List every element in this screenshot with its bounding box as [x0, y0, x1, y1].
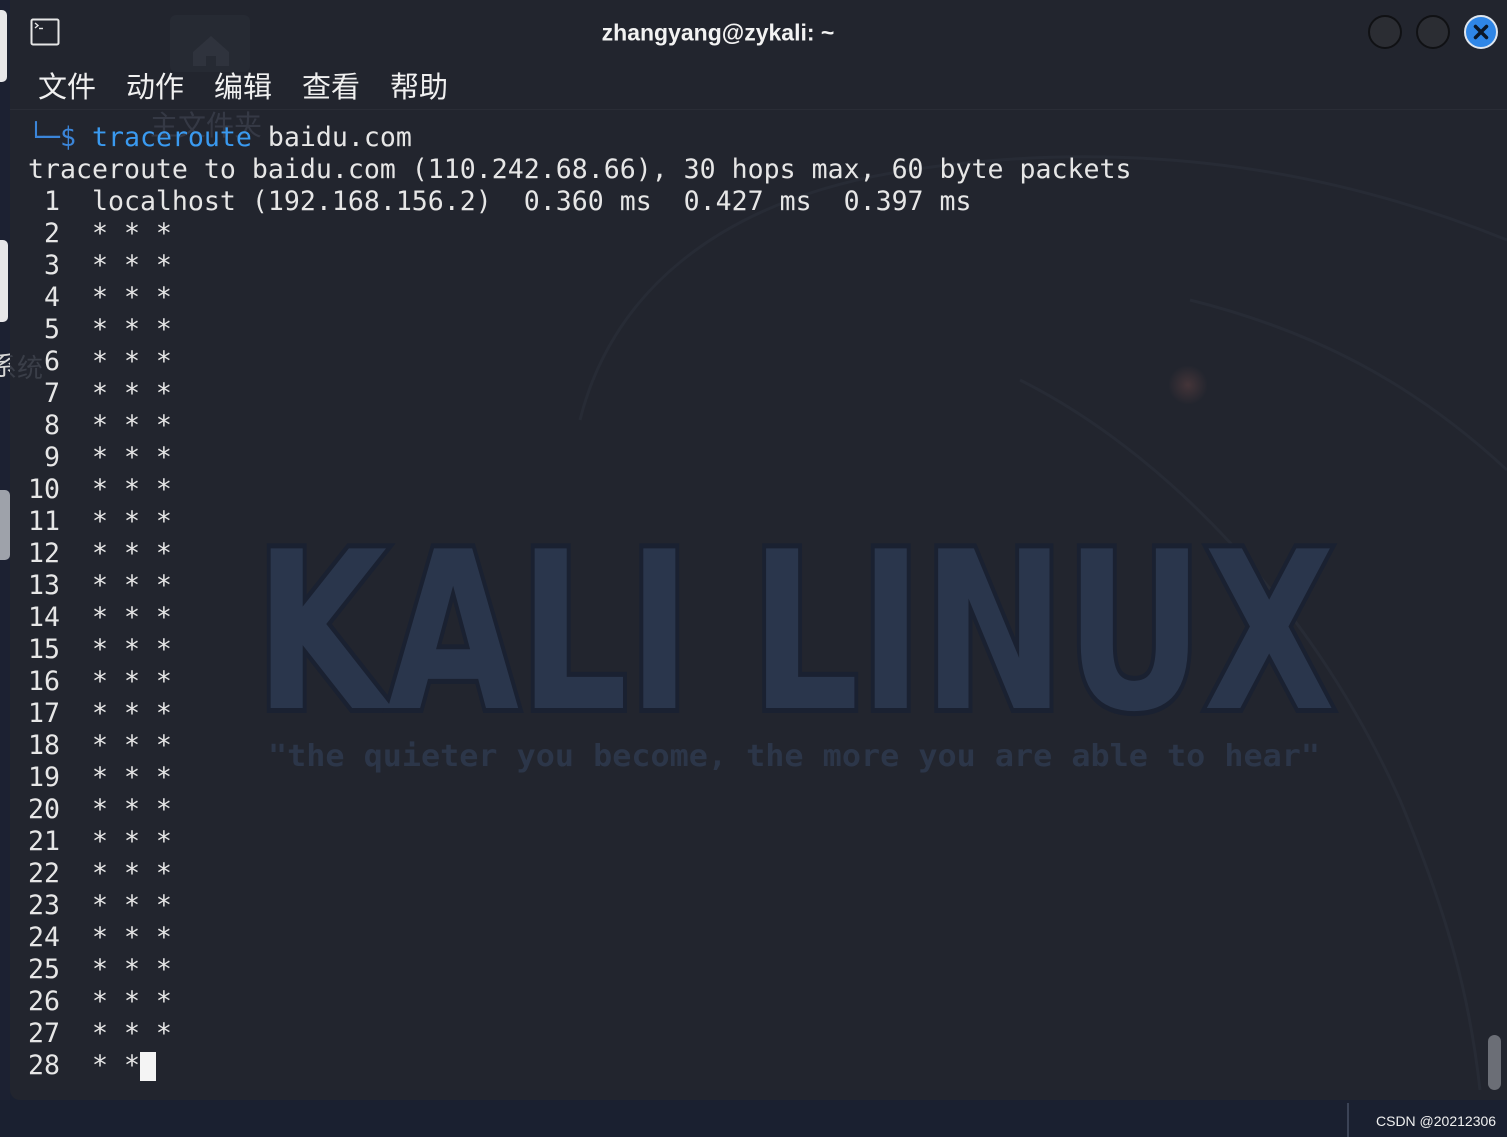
- output-line: 19 * * *: [28, 762, 172, 793]
- output-line: 26 * * *: [28, 986, 172, 1017]
- desktop-icon-label: 系统: [0, 352, 10, 382]
- output-line: 6 * * *: [28, 346, 172, 377]
- desktop-taskbar: CSDN @20212306: [0, 1100, 1507, 1137]
- current-line-text: 28 * *: [28, 1050, 140, 1081]
- menu-help[interactable]: 帮助: [390, 64, 448, 110]
- desktop-icon-fragment[interactable]: [0, 240, 8, 322]
- desktop-icon-fragment[interactable]: [0, 490, 10, 560]
- output-line: 27 * * *: [28, 1018, 172, 1049]
- output-line: 13 * * *: [28, 570, 172, 601]
- output-line: 24 * * *: [28, 922, 172, 953]
- output-line: 12 * * *: [28, 538, 172, 569]
- close-icon: [1473, 24, 1489, 40]
- terminal-window: 主文件夹 系统 KALI LINUX "the quieter you beco…: [10, 0, 1507, 1100]
- window-title: zhangyang@zykali: ~: [601, 19, 835, 46]
- output-line: 23 * * *: [28, 890, 172, 921]
- output-line: 10 * * *: [28, 474, 172, 505]
- output-line: 17 * * *: [28, 698, 172, 729]
- output-line: 11 * * *: [28, 506, 172, 537]
- close-button[interactable]: [1464, 15, 1498, 49]
- output-line: 18 * * *: [28, 730, 172, 761]
- taskbar-separator: [1347, 1103, 1349, 1137]
- output-line: 22 * * *: [28, 858, 172, 889]
- menu-bar: 文件 动作 编辑 查看 帮助: [10, 64, 1507, 110]
- output-line: 5 * * *: [28, 314, 172, 345]
- maximize-button[interactable]: [1416, 15, 1450, 49]
- minimize-button[interactable]: [1368, 15, 1402, 49]
- command-argument: baidu.com: [267, 122, 412, 153]
- output-line: 2 * * *: [28, 218, 172, 249]
- current-line: 28 * *: [28, 1050, 1478, 1082]
- output-line: 8 * * *: [28, 410, 172, 441]
- output-line: 16 * * *: [28, 666, 172, 697]
- prompt-symbol: └─$: [28, 122, 76, 153]
- output-line: traceroute to baidu.com (110.242.68.66),…: [28, 154, 1132, 185]
- title-bar[interactable]: zhangyang@zykali: ~: [10, 0, 1507, 64]
- desktop-icon-fragment[interactable]: [0, 10, 7, 82]
- menu-edit[interactable]: 编辑: [214, 64, 272, 110]
- output-line: 15 * * *: [28, 634, 172, 665]
- scrollbar-thumb[interactable]: [1488, 1035, 1501, 1090]
- output-line: 1 localhost (192.168.156.2) 0.360 ms 0.4…: [28, 186, 972, 217]
- output-line: 7 * * *: [28, 378, 172, 409]
- output-line: 14 * * *: [28, 602, 172, 633]
- terminal-output[interactable]: └─$ traceroute baidu.com traceroute to b…: [28, 122, 1478, 1082]
- output-line: 9 * * *: [28, 442, 172, 473]
- menu-actions[interactable]: 动作: [126, 64, 184, 110]
- output-line: 25 * * *: [28, 954, 172, 985]
- command-name: traceroute: [91, 122, 252, 153]
- prompt-line: └─$ traceroute baidu.com: [28, 122, 1478, 154]
- menu-file[interactable]: 文件: [38, 64, 96, 110]
- output-line: 21 * * *: [28, 826, 172, 857]
- desktop-edge: 系统: [0, 0, 10, 1100]
- output-line: 3 * * *: [28, 250, 172, 281]
- output-line: 20 * * *: [28, 794, 172, 825]
- csdn-watermark: CSDN @20212306: [1376, 1113, 1497, 1129]
- terminal-icon[interactable]: [30, 18, 60, 46]
- menu-view[interactable]: 查看: [302, 64, 360, 110]
- output-line: 4 * * *: [28, 282, 172, 313]
- cursor: [139, 1052, 156, 1081]
